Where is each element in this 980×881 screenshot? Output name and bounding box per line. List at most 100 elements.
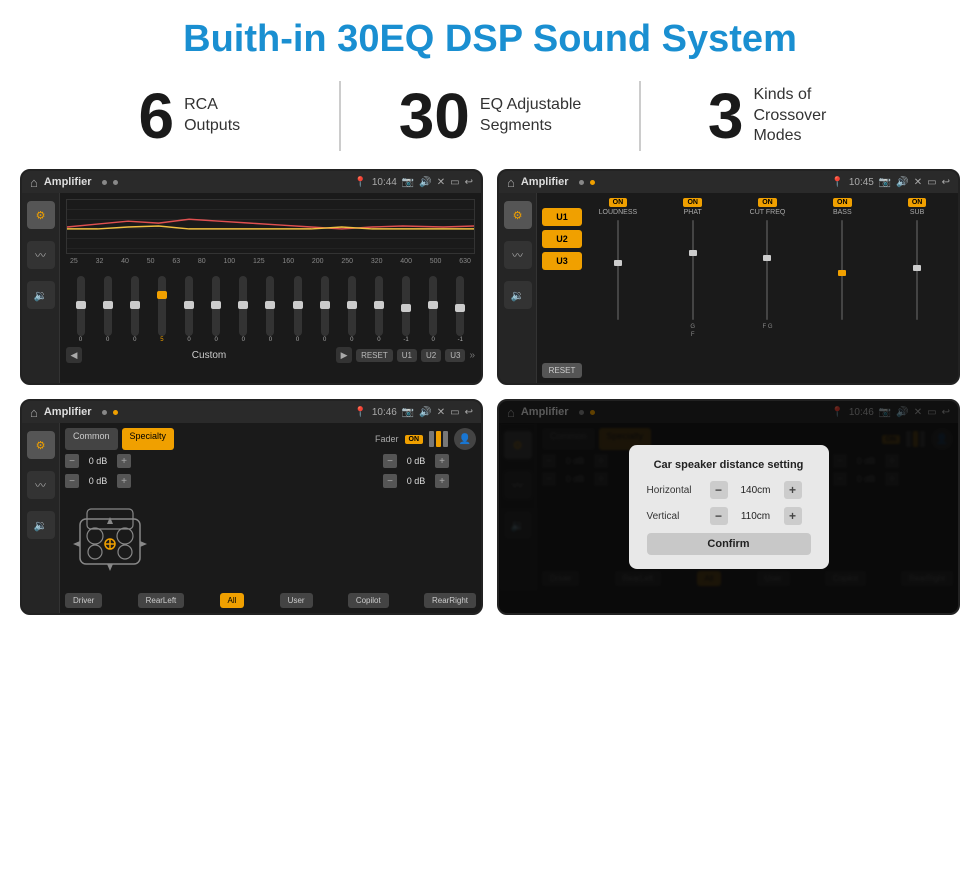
on-badge-phat[interactable]: ON [683,198,702,207]
u1-button[interactable]: U1 [542,208,582,226]
eq-controls-bar: ◀ Custom ▶ RESET U1 U2 U3 » [66,343,475,363]
fader-screen-body: ⚙ 〰 🔉 Common Specialty Fader ON [22,423,481,613]
loudness-slider[interactable] [617,220,619,320]
channel-cutfreq: ON CUT FREQ F G [732,198,804,378]
on-badge-loudness[interactable]: ON [609,198,628,207]
ch-name-phat: PHAT [684,209,702,216]
back-icon-3[interactable]: ↩ [465,407,473,418]
eq-slider-4: 0 [185,276,193,343]
eq-icon[interactable]: ⚙ [27,201,55,229]
stat-label-crossover: Kinds ofCrossover Modes [753,85,873,147]
u3-button[interactable]: U3 [542,252,582,270]
horizontal-label: Horizontal [647,485,702,496]
app-name-3: Amplifier [44,406,92,418]
eq-slider-9: 0 [321,276,329,343]
stat-label-eq: EQ AdjustableSegments [480,95,581,137]
confirm-button[interactable]: Confirm [647,533,811,555]
wave-icon-2[interactable]: 〰 [504,241,532,269]
vol-minus-fr[interactable]: − [383,454,397,468]
vol-plus-fl[interactable]: + [117,454,131,468]
u2-button[interactable]: U2 [542,230,582,248]
volume-icon-2: 🔊 [896,177,908,188]
home-icon-2[interactable]: ⌂ [507,175,515,190]
on-badge-bass[interactable]: ON [833,198,852,207]
camera-icon: 📷 [402,177,414,188]
time-1: 10:44 [372,177,397,188]
rearleft-button[interactable]: RearLeft [138,593,185,608]
expand-icon: » [469,350,475,361]
eq-slider-10: 0 [348,276,356,343]
eq-reset-button[interactable]: RESET [356,349,393,362]
fader-on-badge[interactable]: ON [405,435,424,444]
wave-icon-3[interactable]: 〰 [27,471,55,499]
vertical-plus[interactable]: + [784,507,802,525]
home-icon-3[interactable]: ⌂ [30,405,38,420]
all-button[interactable]: All [220,593,245,608]
on-badge-cutfreq[interactable]: ON [758,198,777,207]
time-2: 10:45 [849,177,874,188]
bass-slider[interactable] [841,220,843,320]
vol-plus-rr[interactable]: + [435,474,449,488]
speaker-icon-2[interactable]: 🔉 [504,281,532,309]
fader-tabs: Common Specialty Fader ON 👤 [65,428,476,450]
vol-val-rr: 0 dB [401,476,431,486]
eq-icon-3[interactable]: ⚙ [27,431,55,459]
vol-plus-fr[interactable]: + [435,454,449,468]
location-icon-3: 📍 [354,407,366,418]
status-right-1: 📍 10:44 📷 🔊 ✕ ▭ ↩ [354,177,473,188]
freq-labels: 253240506380100125160200250320400500630 [66,258,475,265]
horizontal-plus[interactable]: + [784,481,802,499]
app-name-2: Amplifier [521,176,569,188]
home-icon[interactable]: ⌂ [30,175,38,190]
driver-button[interactable]: Driver [65,593,102,608]
on-badge-sub[interactable]: ON [908,198,927,207]
horizontal-minus[interactable]: − [710,481,728,499]
vol-row-fr: − 0 dB + [383,454,449,468]
side-controls-2: ⚙ 〰 🔉 [499,193,537,383]
eq-icon-2[interactable]: ⚙ [504,201,532,229]
rearright-button[interactable]: RearRight [424,593,476,608]
dot-1 [102,180,107,185]
tab-specialty[interactable]: Specialty [122,428,175,450]
close-icon-3: ✕ [437,407,445,418]
wave-icon[interactable]: 〰 [27,241,55,269]
eq-next-button[interactable]: ▶ [336,347,352,363]
tab-common[interactable]: Common [65,428,118,450]
ch-name-bass: BASS [833,209,852,216]
vol-val-rl: 0 dB [83,476,113,486]
speaker-icon[interactable]: 🔉 [27,281,55,309]
eq-slider-7: 0 [266,276,274,343]
fader-content: − 0 dB + − 0 dB + [65,454,476,589]
back-icon[interactable]: ↩ [465,177,473,188]
status-right-3: 📍 10:46 📷 🔊 ✕ ▭ ↩ [354,407,473,418]
fader-left-panel: − 0 dB + − 0 dB + [65,454,350,589]
eq-slider-6: 0 [239,276,247,343]
amp-screen-body: ⚙ 〰 🔉 U1 U2 U3 RESET ON LOUDNESS [499,193,958,383]
vol-val-fl: 0 dB [83,456,113,466]
eq-u2-button[interactable]: U2 [421,349,441,362]
cutfreq-slider[interactable] [766,220,768,320]
status-right-2: 📍 10:45 📷 🔊 ✕ ▭ ↩ [831,177,950,188]
vertical-minus[interactable]: − [710,507,728,525]
amp-reset-button[interactable]: RESET [542,363,582,378]
vertical-label: Vertical [647,511,702,522]
eq-main: 253240506380100125160200250320400500630 … [60,193,481,383]
eq-slider-0: 0 [77,276,85,343]
side-controls-1: ⚙ 〰 🔉 [22,193,60,383]
eq-prev-button[interactable]: ◀ [66,347,82,363]
vol-minus-rl[interactable]: − [65,474,79,488]
back-icon-2[interactable]: ↩ [942,177,950,188]
user-button[interactable]: User [280,593,313,608]
eq-u3-button[interactable]: U3 [445,349,465,362]
minimize-icon-3: ▭ [450,407,459,418]
copilot-button[interactable]: Copilot [348,593,389,608]
sub-slider[interactable] [916,220,918,320]
vol-plus-rl[interactable]: + [117,474,131,488]
vol-minus-fl[interactable]: − [65,454,79,468]
vol-minus-rr[interactable]: − [383,474,397,488]
eq-slider-12: -1 [402,276,410,343]
speaker-icon-3[interactable]: 🔉 [27,511,55,539]
phat-slider[interactable] [692,220,694,320]
close-icon-2: ✕ [914,177,922,188]
eq-u1-button[interactable]: U1 [397,349,417,362]
